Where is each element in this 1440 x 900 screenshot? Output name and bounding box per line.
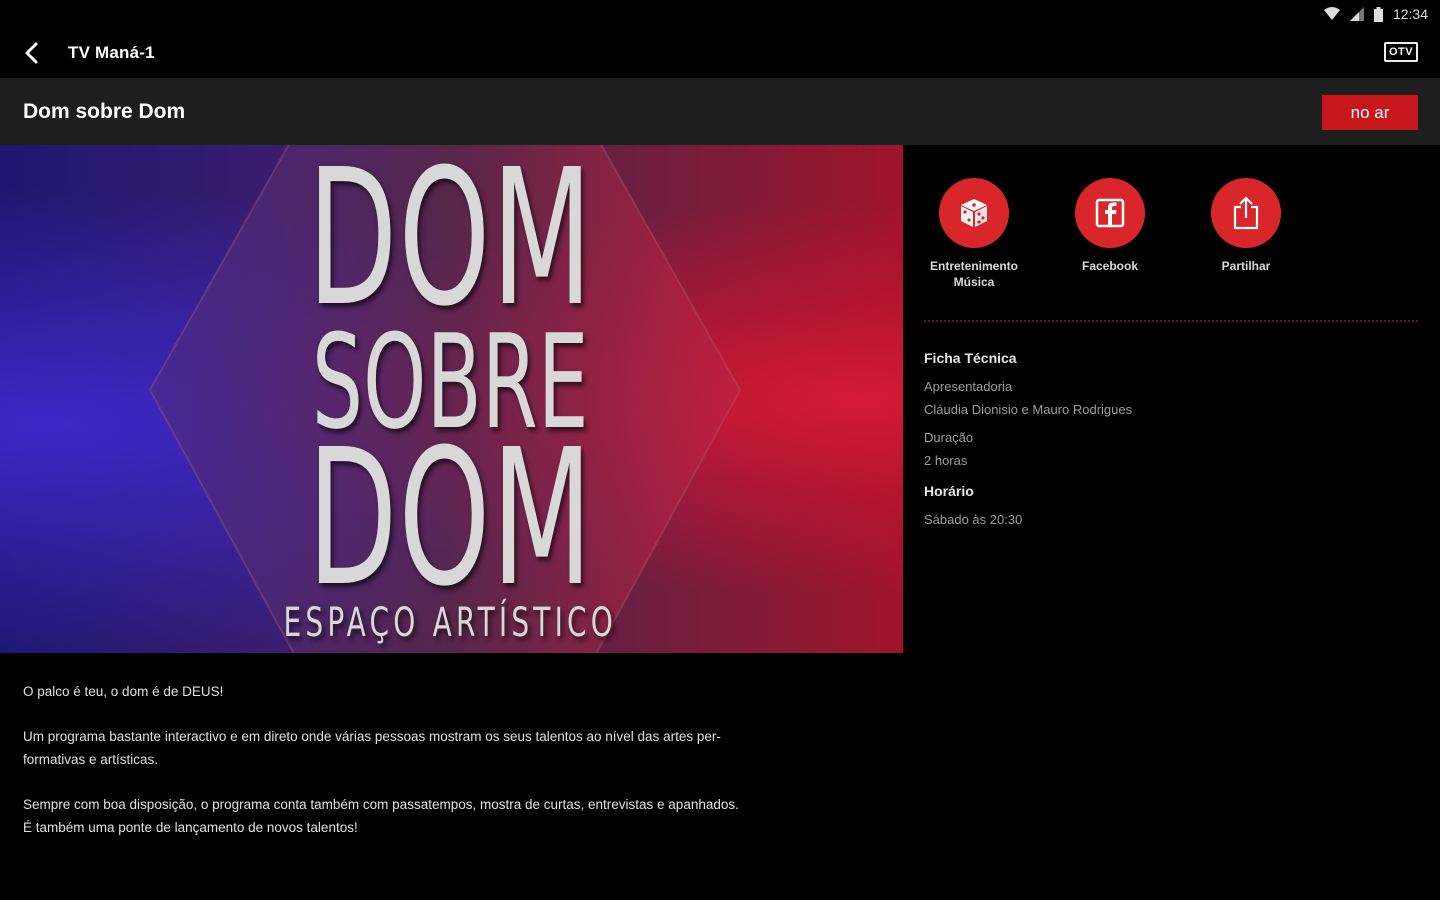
ficha-tecnica-heading: Ficha Técnica <box>924 350 1017 366</box>
share-button[interactable]: Partilhar <box>1192 178 1300 290</box>
program-header: Dom sobre Dom no ar <box>0 78 1440 145</box>
banner-line-dom-2: DOM <box>307 409 593 628</box>
share-label-text: Partilhar <box>1221 259 1271 273</box>
share-circle[interactable] <box>1211 178 1281 248</box>
live-button[interactable]: no ar <box>1322 95 1418 130</box>
facebook-button[interactable]: Facebook <box>1056 178 1164 290</box>
genre-button[interactable]: Entretenimento Música <box>920 178 1028 290</box>
facebook-label-text: Facebook <box>1081 259 1138 273</box>
dice-icon <box>961 199 987 227</box>
description-p3-line1: Sempre com boa disposição, o programa co… <box>23 797 739 812</box>
action-buttons: Entretenimento Música Facebook Partilhar <box>920 178 1328 290</box>
banner-subtitle: ESPAÇO ARTÍSTICO <box>283 600 617 646</box>
genre-label-line1: Entretenimento <box>929 259 1018 273</box>
presenter-label: Apresentadoria <box>924 379 1013 394</box>
facebook-icon <box>1095 198 1125 228</box>
program-info: Ficha Técnica Apresentadoria Cláudia Dio… <box>924 350 1424 536</box>
channel-title: TV Maná-1 <box>68 43 155 62</box>
facebook-circle[interactable] <box>1075 178 1145 248</box>
duration-label: Duração <box>924 430 974 445</box>
facebook-label: Facebook <box>1082 258 1138 274</box>
genre-circle[interactable] <box>939 178 1009 248</box>
presenter-value: Cláudia Dionisio e Mauro Rodrigues <box>924 402 1133 417</box>
description-paragraph-3: Sempre com boa disposição, o programa co… <box>23 793 903 839</box>
share-icon <box>1233 196 1259 230</box>
program-description: O palco é teu, o dom é de DEUS! Um progr… <box>23 680 903 861</box>
genre-label-line2: Música <box>953 275 995 289</box>
banner-line-dom: DOM <box>307 145 593 348</box>
app-bar: TV Maná-1 OTV <box>0 28 1440 78</box>
channel-logo: OTV <box>1384 42 1418 62</box>
back-button[interactable] <box>12 33 52 73</box>
description-p3-line2: É também uma ponte de lançamento de novo… <box>23 820 358 835</box>
wifi-icon <box>1323 7 1340 20</box>
share-label: Partilhar <box>1222 258 1271 274</box>
description-p2-line2: formativas e artísticas. <box>23 752 159 767</box>
status-time: 12:34 <box>1392 6 1428 22</box>
schedule-value: Sábado às 20:30 <box>924 512 1023 527</box>
genre-label: Entretenimento Música <box>930 258 1018 290</box>
battery-icon <box>1373 6 1383 22</box>
description-p2-line1: Um programa bastante interactivo e em di… <box>23 729 721 744</box>
chevron-left-icon <box>25 42 38 64</box>
description-paragraph-1: O palco é teu, o dom é de DEUS! <box>23 684 224 699</box>
banner-logo-text: DOM SOBRE DOM ESPAÇO ARTÍSTICO <box>283 145 612 653</box>
section-divider <box>924 320 1418 322</box>
signal-icon <box>1349 7 1364 21</box>
duration-value: 2 horas <box>924 453 968 468</box>
program-banner: DOM SOBRE DOM ESPAÇO ARTÍSTICO <box>0 145 903 653</box>
description-paragraph-2: Um programa bastante interactivo e em di… <box>23 725 903 771</box>
program-title: Dom sobre Dom <box>23 99 186 123</box>
status-bar: 12:34 <box>0 0 1440 28</box>
schedule-heading: Horário <box>924 483 974 499</box>
